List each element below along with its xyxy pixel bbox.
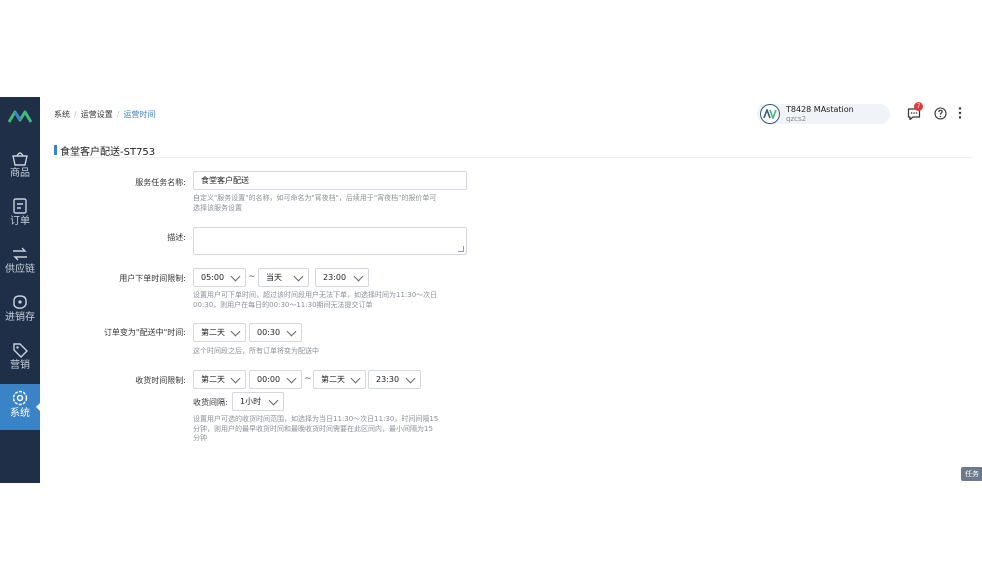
message-badge: 7 [914, 102, 923, 111]
breadcrumb-separator: / [74, 110, 77, 119]
brand-logo-icon [7, 110, 33, 123]
select-value: 23:30 [376, 375, 400, 384]
avatar [760, 104, 780, 124]
hint-line: 00:30，则用户在每日的00:30～11:30期间无法提交订单 [193, 300, 373, 309]
task-button[interactable]: 任务 [961, 467, 982, 481]
description-label: 描述: [167, 233, 186, 242]
select-value: 00:30 [257, 328, 281, 337]
title-divider [54, 157, 972, 158]
sidebar-item-label: 商品 [10, 168, 30, 179]
warehouse-icon [13, 295, 27, 309]
select-value: 23:00 [323, 273, 347, 282]
sidebar-item-goods[interactable]: 商品 [0, 144, 40, 190]
select-value: 1小时 [240, 397, 262, 406]
select-value: 第二天 [201, 375, 225, 384]
receive-time-hint: 设置用户可选的收货时间范围，如选择为当日11:30～次日11:30，时间间隔15… [193, 415, 438, 444]
more-vertical-icon[interactable] [955, 106, 965, 120]
order-time-label: 用户下单时间限制: [119, 274, 186, 283]
sidebar-item-label: 订单 [10, 216, 30, 227]
service-name-hint: 自定义"服务设置"的名称，如可命名为"宵夜档"，后续用于"宵夜档"的报价单可 选… [193, 194, 436, 213]
breadcrumb-separator: / [116, 110, 120, 119]
chevron-down-icon [350, 373, 361, 384]
tag-icon [13, 343, 28, 358]
select-value: 当天 [266, 273, 282, 282]
chevron-down-icon [230, 326, 241, 337]
delivery-change-hint: 这个时间段之后，所有订单将变为配送中 [193, 347, 319, 357]
delivery-change-label: 订单变为"配送中"时间: [103, 328, 186, 337]
chevron-down-icon [268, 395, 279, 406]
app-window: 商品 订单 供应链 进销存 营销 系统 系统 / 运营设置 / 运营时间 T84… [0, 97, 982, 483]
receive-interval-select[interactable]: 1小时 [232, 392, 284, 411]
basket-icon [12, 152, 28, 166]
chevron-down-icon [405, 373, 416, 384]
chevron-down-icon [230, 271, 241, 282]
sidebar-item-system[interactable]: 系统 [0, 384, 41, 430]
user-code: qzcs2 [786, 115, 807, 123]
avatar-logo-icon [763, 109, 777, 119]
sidebar-item-label: 供应链 [5, 264, 35, 275]
hint-line: 自定义"服务设置"的名称，如可命名为"宵夜档"，后续用于"宵夜档"的报价单可 [193, 194, 437, 202]
sidebar-item-label: 进销存 [5, 312, 35, 323]
select-value: 第二天 [321, 375, 345, 384]
hint-line: 设置用户可选的收货时间范围，如选择为当日11:30～次日11:30，时间间隔15 [193, 415, 439, 423]
breadcrumb-item[interactable]: 运营设置 [81, 110, 113, 119]
chevron-down-icon [293, 271, 304, 282]
order-start-time-select[interactable]: 05:00 [193, 268, 246, 287]
delivery-time-select[interactable]: 00:30 [249, 323, 302, 342]
select-value: 00:00 [257, 375, 281, 384]
chevron-down-icon [286, 326, 297, 337]
order-time-hint: 设置用户可下单时间，超过该时间段用户无法下单，如选择时间为11:30～次日 00… [193, 291, 437, 310]
user-card[interactable]: T8428 MAstation qzcs2 [757, 104, 890, 124]
breadcrumb: 系统 / 运营设置 / 运营时间 [54, 109, 155, 120]
receive-interval-label: 收货间隔: [193, 398, 228, 407]
range-separator: ~ [248, 272, 256, 282]
service-name-input[interactable]: 食堂客户配送 [193, 171, 467, 190]
sidebar-item-orders[interactable]: 订单 [0, 192, 40, 238]
hint-line: 这个时间段之后，所有订单将变为配送中 [193, 347, 319, 355]
hint-line: 选择该服务设置 [193, 203, 242, 212]
receive-start-day-select[interactable]: 第二天 [193, 370, 246, 389]
page-title: 食堂客户配送-ST753 [60, 147, 156, 158]
order-end-day-select[interactable]: 当天 [258, 268, 309, 287]
receive-start-time-select[interactable]: 00:00 [249, 370, 302, 389]
receive-time-label: 收货时间限制: [135, 376, 186, 385]
delivery-day-select[interactable]: 第二天 [193, 323, 246, 342]
chevron-down-icon [353, 271, 364, 282]
breadcrumb-current: 运营时间 [123, 110, 156, 119]
sidebar-item-label: 营销 [10, 360, 30, 371]
chevron-down-icon [286, 373, 297, 384]
hint-line: 分钟，则用户的最早收货时间和最晚收货时间需要在此区间内，最小间隔为15 [193, 424, 433, 433]
order-icon [13, 198, 27, 214]
hint-line: 分钟 [193, 434, 207, 442]
settings-icon [12, 390, 28, 406]
sidebar: 商品 订单 供应链 进销存 营销 系统 [0, 97, 41, 483]
receive-end-day-select[interactable]: 第二天 [313, 370, 366, 389]
exchange-icon [13, 247, 27, 261]
user-name: T8428 MAstation [786, 105, 854, 114]
sidebar-item-inventory[interactable]: 进销存 [0, 288, 40, 334]
title-accent-bar [54, 145, 57, 155]
help-icon[interactable] [934, 107, 947, 120]
receive-end-time-select[interactable]: 23:30 [368, 370, 421, 389]
resize-handle-icon[interactable] [458, 246, 464, 252]
select-value: 第二天 [201, 328, 225, 337]
sidebar-item-marketing[interactable]: 营销 [0, 336, 40, 382]
service-name-label: 服务任务名称: [135, 178, 186, 187]
description-textarea[interactable] [193, 227, 467, 255]
sidebar-item-supply-chain[interactable]: 供应链 [0, 240, 40, 286]
chevron-down-icon [230, 373, 241, 384]
sidebar-item-label: 系统 [10, 408, 30, 419]
hint-line: 设置用户可下单时间，超过该时间段用户无法下单，如选择时间为11:30～次日 [193, 291, 438, 299]
order-end-time-select[interactable]: 23:00 [315, 268, 369, 287]
select-value: 05:00 [201, 273, 225, 282]
breadcrumb-item[interactable]: 系统 [54, 110, 70, 119]
range-separator: ~ [304, 374, 312, 384]
